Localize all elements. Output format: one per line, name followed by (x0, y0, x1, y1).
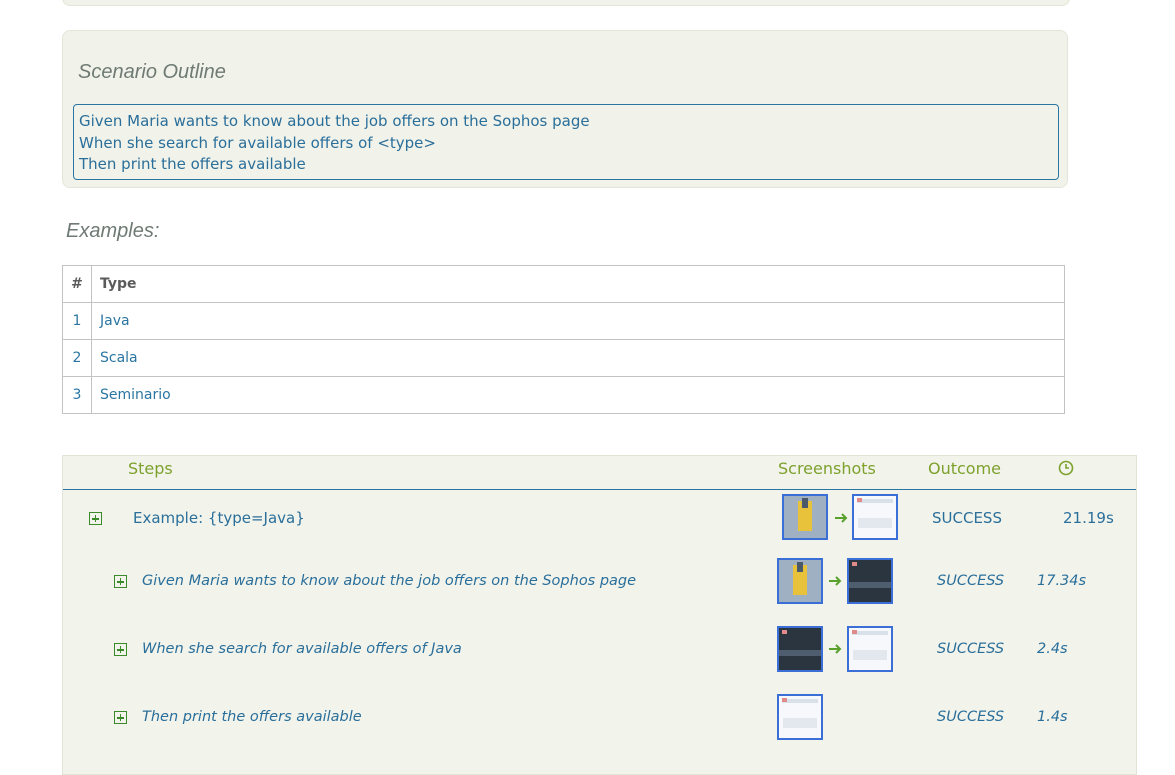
header-steps: Steps (128, 459, 173, 478)
steps-header: Steps Screenshots Outcome (63, 456, 1136, 490)
screenshot-thumbnail[interactable] (777, 694, 823, 740)
step-row[interactable]: When she search for available offers of … (63, 626, 1136, 672)
clock-icon (1058, 460, 1074, 476)
duration-value: 2.4s (1037, 641, 1068, 657)
outcome-value: SUCCESS (937, 641, 1005, 657)
row-type: Java (91, 302, 1065, 340)
scenario-steps-box: Given Maria wants to know about the job … (73, 104, 1059, 180)
previous-panel-edge (62, 0, 1070, 6)
example-label: Example: {type=Java} (133, 509, 305, 527)
expand-icon[interactable] (114, 711, 127, 724)
duration-value: 17.34s (1037, 573, 1087, 589)
header-screenshots: Screenshots (778, 459, 876, 478)
outcome-value: SUCCESS (932, 509, 1002, 527)
step-label: Then print the offers available (142, 709, 362, 725)
steps-panel: Steps Screenshots Outcome Example: {type… (62, 455, 1137, 775)
scenario-step-line: When she search for available offers of … (79, 133, 436, 152)
row-index: 1 (62, 302, 92, 340)
scenario-step-line: Then print the offers available (79, 155, 306, 173)
row-index: 2 (62, 339, 92, 377)
screenshot-thumbnail[interactable] (782, 494, 828, 540)
row-type: Scala (91, 339, 1065, 377)
example-row[interactable]: Example: {type=Java} SUCCESS 21.19s (63, 494, 1136, 540)
screenshot-thumbnail[interactable] (777, 558, 823, 604)
step-row[interactable]: Then print the offers available SUCCESS … (63, 694, 1136, 740)
expand-icon[interactable] (114, 575, 127, 588)
table-row: 1 Java (62, 302, 1065, 340)
arrow-right-icon (829, 576, 842, 586)
examples-title: Examples: (66, 220, 160, 242)
column-header-index: # (62, 265, 92, 303)
duration-value: 1.4s (1037, 709, 1068, 725)
arrow-right-icon (835, 513, 848, 523)
header-outcome: Outcome (928, 459, 1002, 478)
table-row: 3 Seminario (62, 376, 1065, 414)
outcome-value: SUCCESS (937, 573, 1005, 589)
screenshot-thumbnail[interactable] (847, 626, 893, 672)
table-row: 2 Scala (62, 339, 1065, 377)
arrow-right-icon (829, 644, 842, 654)
step-label: Given Maria wants to know about the job … (142, 573, 637, 589)
expand-icon[interactable] (89, 512, 102, 525)
scenario-outline-title: Scenario Outline (78, 61, 226, 83)
step-row[interactable]: Given Maria wants to know about the job … (63, 558, 1136, 604)
row-index: 3 (62, 376, 92, 414)
screenshot-thumbnail[interactable] (852, 494, 898, 540)
screenshot-thumbnail[interactable] (847, 558, 893, 604)
examples-header-row: # Type (62, 265, 1065, 303)
row-type: Seminario (91, 376, 1065, 414)
duration-value: 21.19s (1063, 509, 1114, 527)
column-header-type: Type (91, 265, 1065, 303)
expand-icon[interactable] (114, 643, 127, 656)
examples-table: # Type 1 Java 2 Scala 3 Seminario (62, 265, 1065, 414)
outcome-value: SUCCESS (937, 709, 1005, 725)
screenshot-thumbnail[interactable] (777, 626, 823, 672)
scenario-step-line: Given Maria wants to know about the job … (79, 112, 590, 130)
scenario-outline-panel: Scenario Outline Given Maria wants to kn… (62, 30, 1068, 188)
step-label: When she search for available offers of … (142, 641, 462, 657)
